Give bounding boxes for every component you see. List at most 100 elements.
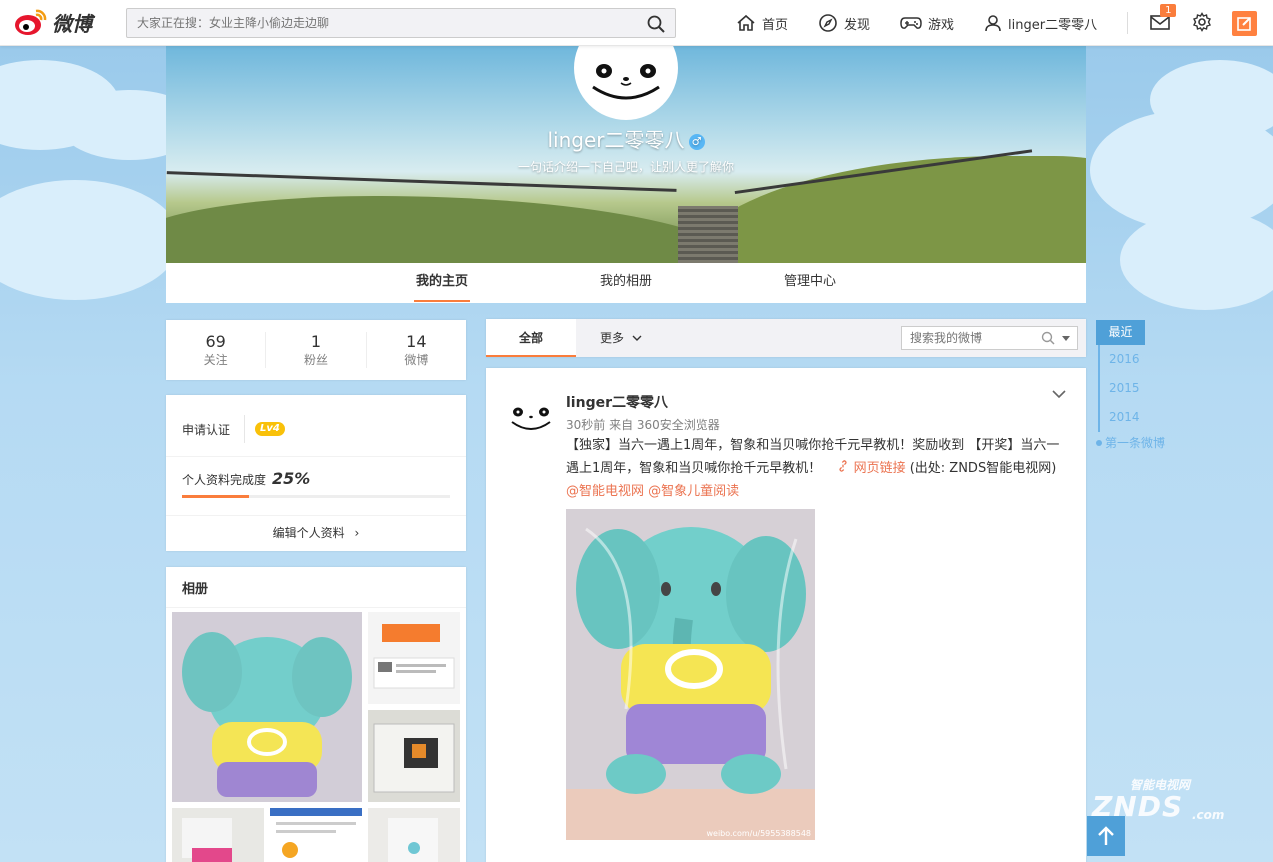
album-photo-4[interactable] (270, 808, 362, 862)
settings-button[interactable] (1192, 11, 1212, 35)
divider (166, 456, 466, 457)
edit-profile-label: 编辑个人资料 (272, 526, 345, 540)
stat-weibo[interactable]: 14 微博 (367, 332, 466, 368)
timeline-dot-icon (1096, 440, 1102, 446)
stats-card: 69 关注 1 粉丝 14 微博 (166, 320, 466, 380)
level-badge[interactable]: Lv4 (255, 422, 285, 436)
mention-link-2[interactable]: @智象儿童阅读 (648, 484, 739, 499)
top-navigation-bar: 微博 首页 发现 游戏 linger二零零八 1 (0, 0, 1273, 46)
chevron-down-icon (1052, 390, 1066, 399)
post-menu-button[interactable] (1052, 388, 1066, 402)
album-photo-5[interactable] (368, 808, 460, 862)
post-author-name[interactable]: linger二零零八 (566, 392, 668, 412)
chevron-right-icon: › (354, 526, 360, 540)
message-count-badge: 1 (1160, 3, 1177, 17)
search-icon[interactable] (1041, 331, 1055, 345)
feed-tab-more[interactable]: 更多 (600, 319, 642, 357)
stat-weibo-count: 14 (406, 332, 427, 351)
timeline-recent[interactable]: 最近 (1096, 320, 1145, 345)
tab-my-home[interactable]: 我的主页 (350, 263, 534, 303)
profile-intro[interactable]: 一句话介绍一下自己吧，让别人更了解你 (166, 158, 1086, 175)
apply-verify-link[interactable]: 申请认证 (182, 421, 230, 438)
album-photo-3[interactable] (172, 808, 264, 862)
gear-icon (1193, 11, 1212, 32)
edit-profile-button[interactable]: 编辑个人资料 › (166, 515, 466, 551)
nav-game[interactable]: 游戏 (900, 14, 954, 33)
profile-completeness: 个人资料完成度 25% (182, 469, 310, 488)
album-photo-screenshot-1[interactable] (368, 612, 460, 704)
gender-male-icon: ♂ (688, 134, 705, 150)
nav-user-label: linger二零零八 (1008, 17, 1098, 33)
messages-button[interactable]: 1 (1150, 3, 1177, 33)
profile-name-text: linger二零零八 (547, 128, 685, 152)
stat-fans[interactable]: 1 粉丝 (266, 332, 367, 368)
edit-icon (1237, 17, 1251, 31)
nav-user[interactable]: linger二零零八 (984, 14, 1097, 33)
profile-avatar[interactable] (574, 46, 678, 120)
tab-my-album-label: 我的相册 (599, 274, 652, 289)
main-nav: 首页 发现 游戏 linger二零零八 1 (736, 0, 1212, 46)
global-search-input[interactable] (127, 9, 627, 37)
nav-discover[interactable]: 发现 (818, 13, 870, 33)
mention-link-1[interactable]: @智能电视网 (566, 484, 644, 499)
album-photo-elephant[interactable] (172, 612, 362, 802)
timeline-year-2015[interactable]: 2015 (1098, 374, 1196, 403)
album-card: 相册 (166, 567, 466, 862)
feed-search-input[interactable] (902, 327, 1032, 349)
timeline-first-label: 第一条微博 (1105, 436, 1166, 450)
nav-discover-label: 发现 (844, 17, 871, 33)
feed-tab-all[interactable]: 全部 (486, 319, 576, 357)
profile-tabs: 我的主页 我的相册 管理中心 (166, 263, 1086, 303)
user-icon (985, 15, 1001, 32)
web-link[interactable]: 网页链接 (837, 460, 909, 476)
weibo-eye-icon (15, 9, 47, 35)
timeline-year-2016[interactable]: 2016 (1098, 345, 1196, 374)
year-timeline: 最近 2016 2015 2014 第一条微博 (1096, 320, 1196, 451)
feed-tab-more-label: 更多 (600, 331, 625, 345)
image-watermark: weibo.com/u/5955388548 (706, 829, 811, 838)
web-link-label: 网页链接 (853, 461, 906, 476)
post-image[interactable]: weibo.com/u/5955388548 (566, 509, 815, 840)
tab-management[interactable]: 管理中心 (718, 263, 902, 303)
home-icon (737, 14, 755, 31)
profile-info-card: 申请认证 Lv4 个人资料完成度 25% 编辑个人资料 › (166, 395, 466, 551)
completeness-label: 个人资料完成度 (182, 473, 267, 487)
post-author-avatar[interactable] (506, 386, 556, 436)
stat-fans-count: 1 (310, 332, 322, 351)
cover-stairs (678, 206, 738, 263)
completeness-progress-fill (182, 495, 249, 498)
weibo-logo[interactable]: 微博 (14, 7, 98, 37)
arrow-up-icon (1098, 826, 1114, 845)
nav-home[interactable]: 首页 (736, 14, 788, 33)
compose-button[interactable] (1232, 11, 1257, 36)
search-icon[interactable] (647, 15, 665, 36)
feed-search (901, 326, 1078, 350)
link-icon (839, 460, 848, 472)
global-search (126, 8, 676, 38)
post-meta[interactable]: 30秒前 来自 360安全浏览器 (566, 416, 720, 433)
album-photo-box[interactable] (368, 710, 460, 802)
album-title[interactable]: 相册 (182, 578, 208, 597)
back-to-top-button[interactable] (1087, 816, 1125, 856)
feed-filter-bar: 全部 更多 (486, 319, 1086, 357)
post-content: 【独家】当六一遇上1周年，智象和当贝喊你抢千元早教机！奖励收到 【开奖】当六一遇… (566, 434, 1066, 503)
timeline-first-post[interactable]: 第一条微博 (1096, 434, 1196, 451)
stat-following-label: 关注 (203, 353, 228, 367)
dropdown-arrow-icon[interactable] (1061, 335, 1071, 343)
stat-fans-label: 粉丝 (303, 353, 328, 367)
nav-home-label: 首页 (762, 17, 789, 33)
chevron-down-icon (632, 335, 642, 341)
nav-game-label: 游戏 (928, 17, 955, 33)
tab-management-label: 管理中心 (783, 274, 836, 289)
logo-text: 微博 (52, 11, 92, 36)
timeline-year-2014[interactable]: 2014 (1098, 403, 1196, 432)
completeness-value: 25% (272, 469, 311, 488)
divider (166, 607, 466, 608)
verify-row: 申请认证 Lv4 (182, 415, 285, 443)
panda-face-icon (592, 64, 660, 100)
tab-my-album[interactable]: 我的相册 (534, 263, 718, 303)
gamepad-icon (900, 17, 922, 29)
post-source: (出处: ZNDS智能电视网) (909, 461, 1057, 476)
verify-divider (244, 415, 246, 443)
stat-following[interactable]: 69 关注 (166, 332, 267, 368)
